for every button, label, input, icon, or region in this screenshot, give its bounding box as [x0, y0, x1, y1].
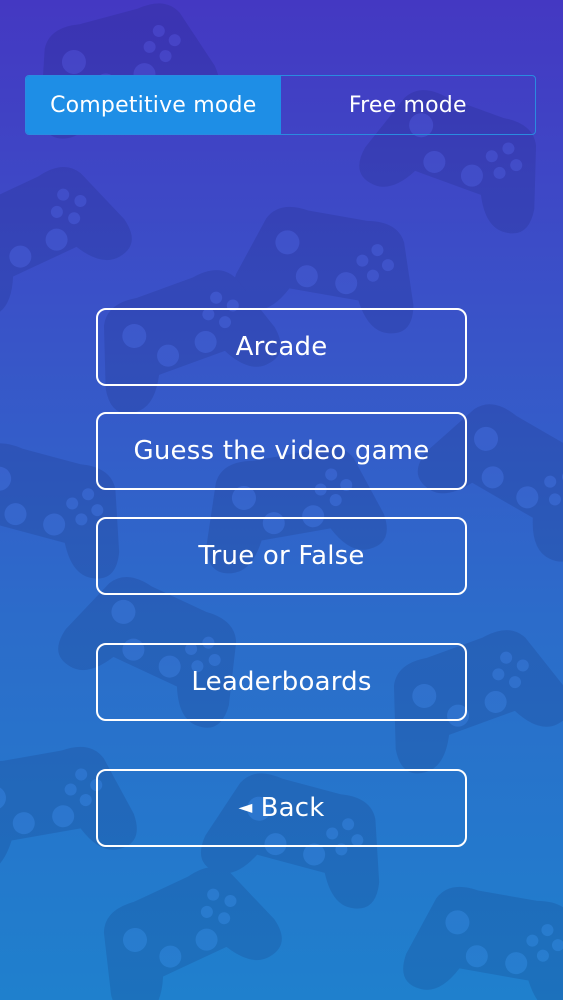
gamepad-icon	[78, 849, 289, 1000]
tab-free-mode[interactable]: Free mode	[281, 76, 536, 134]
leaderboards-button-label: Leaderboards	[191, 667, 372, 697]
guess-the-video-game-button[interactable]: Guess the video game	[96, 412, 467, 490]
tab-competitive-mode[interactable]: Competitive mode	[26, 76, 281, 134]
true-or-false-button[interactable]: True or False	[96, 517, 467, 595]
gamepad-background-pattern	[0, 0, 563, 1000]
guess-button-label: Guess the video game	[133, 436, 430, 466]
arcade-button[interactable]: Arcade	[96, 308, 467, 386]
gamepad-icon	[0, 149, 139, 325]
gamepad-icon	[399, 878, 563, 1000]
back-button-label: Back	[260, 793, 325, 823]
true-or-false-button-label: True or False	[198, 541, 365, 571]
back-arrow-icon: ◄	[238, 796, 253, 818]
back-button[interactable]: ◄ Back	[96, 769, 467, 847]
tab-free-mode-label: Free mode	[348, 92, 467, 118]
leaderboards-button[interactable]: Leaderboards	[96, 643, 467, 721]
arcade-button-label: Arcade	[235, 332, 328, 362]
quiz-mode-screen: Competitive mode Free mode Arcade Guess …	[0, 0, 563, 1000]
tab-competitive-mode-label: Competitive mode	[50, 92, 257, 118]
mode-switch: Competitive mode Free mode	[25, 75, 536, 135]
